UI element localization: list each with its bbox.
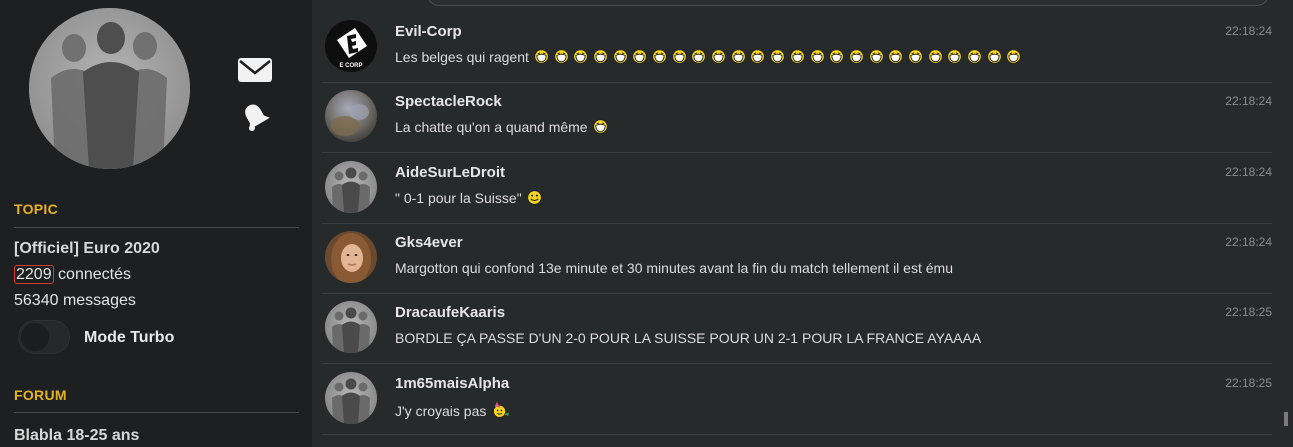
message-text-content: La chatte qu'on a quand même	[395, 119, 588, 136]
svg-text:E CORP: E CORP	[339, 63, 362, 69]
message-text: BORDLE ÇA PASSE D'UN 2-0 POUR LA SUISSE …	[395, 330, 981, 346]
message-timestamp: 22:18:25	[1225, 375, 1272, 390]
message-text-content: Margotton qui confond 13e minute et 30 m…	[395, 259, 953, 276]
message-timestamp: 22:18:24	[1225, 234, 1272, 249]
laugh-smiley-icon	[888, 49, 904, 64]
laugh-smiley-icon	[967, 49, 982, 64]
laugh-smiley-icon	[632, 49, 648, 64]
forum-name[interactable]: Blabla 18-25 ans	[14, 427, 139, 445]
chat-message: DracaufeKaaris 22:18:25 BORDLE ÇA PASSE D'…	[322, 293, 1272, 365]
connected-label: connectés	[53, 266, 131, 283]
scrollbar-thumb[interactable]	[1284, 412, 1288, 426]
message-timestamp: 22:18:24	[1225, 24, 1272, 38]
chat-message: AideSurLeDroit 22:18:24 " 0-1 pour la Suis…	[322, 153, 1272, 224]
bell-off-icon[interactable]	[237, 98, 273, 134]
connected-count: 2209	[14, 265, 54, 284]
laugh-smiley-icon	[750, 49, 766, 64]
messages-stat: 56340 messages	[14, 292, 136, 309]
laugh-smiley-icon	[908, 49, 923, 64]
user-avatar[interactable]: E CORP	[325, 20, 377, 72]
message-username[interactable]: SpectacleRock	[395, 93, 502, 110]
laugh-smiley-icon	[593, 49, 608, 64]
smile-smiley-icon	[526, 189, 542, 205]
laugh-smiley-icon	[573, 49, 589, 64]
chat-message: SpectacleRock 22:18:24 La chatte qu'on a q…	[322, 82, 1272, 154]
laugh-smiley-icon	[927, 49, 943, 64]
message-username[interactable]: Gks4ever	[395, 234, 463, 251]
laugh-smiley-icon	[711, 49, 726, 64]
user-avatar[interactable]	[325, 90, 377, 143]
message-timestamp: 22:18:24	[1225, 94, 1272, 109]
message-input[interactable]	[427, 0, 1269, 6]
message-text: Margotton qui confond 13e minute et 30 m…	[395, 260, 953, 276]
user-avatar[interactable]	[325, 371, 377, 424]
laugh-smiley-icon	[534, 49, 549, 64]
message-text: J'y croyais pas	[395, 401, 510, 419]
mail-icon[interactable]	[237, 52, 273, 88]
message-username[interactable]: AideSurLeDroit	[395, 164, 505, 181]
laugh-smiley-icon	[671, 49, 687, 64]
toggle-knob	[21, 323, 49, 351]
message-text-content: J'y croyais pas	[395, 402, 487, 419]
message-username[interactable]: Evil-Corp	[395, 23, 462, 40]
laugh-smiley-icon	[691, 49, 707, 64]
message-text-content: " 0-1 pour la Suisse"	[395, 189, 522, 206]
message-timestamp: 22:18:25	[1225, 305, 1272, 320]
message-text-content: BORDLE ÇA PASSE D'UN 2-0 POUR LA SUISSE …	[395, 330, 982, 347]
laugh-smiley-icon	[770, 49, 785, 64]
laugh-smiley-icon	[789, 49, 805, 64]
laugh-smiley-icon	[986, 49, 1002, 64]
laugh-smiley-icon	[947, 49, 963, 64]
topic-sidebar: TOPIC [Officiel] Euro 2020 2209 connecté…	[0, 0, 310, 447]
connected-stat: 2209 connectés	[14, 265, 131, 284]
laugh-smiley-icon	[592, 119, 608, 135]
forum-heading: FORUM	[14, 387, 67, 403]
turbo-toggle[interactable]	[18, 320, 70, 354]
chat-message: 1m65maisAlpha 22:18:25 J'y croyais pas	[322, 364, 1272, 435]
user-avatar[interactable]	[325, 230, 377, 283]
message-username[interactable]: DracaufeKaaris	[395, 304, 505, 321]
laugh-smiley-icon	[1006, 49, 1022, 64]
laugh-smiley-icon	[612, 49, 628, 64]
laugh-smiley-icon	[809, 49, 825, 64]
topic-heading: TOPIC	[14, 201, 59, 217]
user-avatar[interactable]	[325, 301, 377, 354]
laugh-smiley-icon	[553, 49, 569, 64]
message-timestamp: 22:18:24	[1225, 164, 1272, 179]
divider	[14, 412, 299, 413]
laugh-smiley-icon	[868, 49, 884, 64]
message-text: Les belges qui ragent	[395, 49, 1022, 65]
user-avatar[interactable]	[325, 160, 377, 213]
message-username[interactable]: 1m65maisAlpha	[395, 375, 509, 392]
chat-panel: E CORP Evil-Corp 22:18:24 Les belges qui ra…	[312, 0, 1293, 447]
divider	[14, 227, 299, 228]
topic-avatar	[29, 8, 190, 169]
turbo-label: Mode Turbo	[84, 329, 175, 346]
chat-message: Gks4ever 22:18:24 Margotton qui confond 13…	[322, 223, 1272, 294]
laugh-smiley-icon	[849, 49, 864, 64]
topic-title[interactable]: [Officiel] Euro 2020	[14, 240, 160, 258]
message-text-content: Les belges qui ragent	[395, 49, 529, 65]
chat-message: E CORP Evil-Corp 22:18:24 Les belges qui ra…	[322, 12, 1272, 83]
message-text: " 0-1 pour la Suisse"	[395, 190, 542, 206]
laugh-smiley-icon	[730, 49, 746, 64]
laugh-smiley-icon	[652, 49, 667, 64]
party-smiley-icon	[491, 401, 510, 418]
message-text: La chatte qu'on a quand même	[395, 119, 608, 135]
laugh-smiley-icon	[829, 49, 845, 64]
